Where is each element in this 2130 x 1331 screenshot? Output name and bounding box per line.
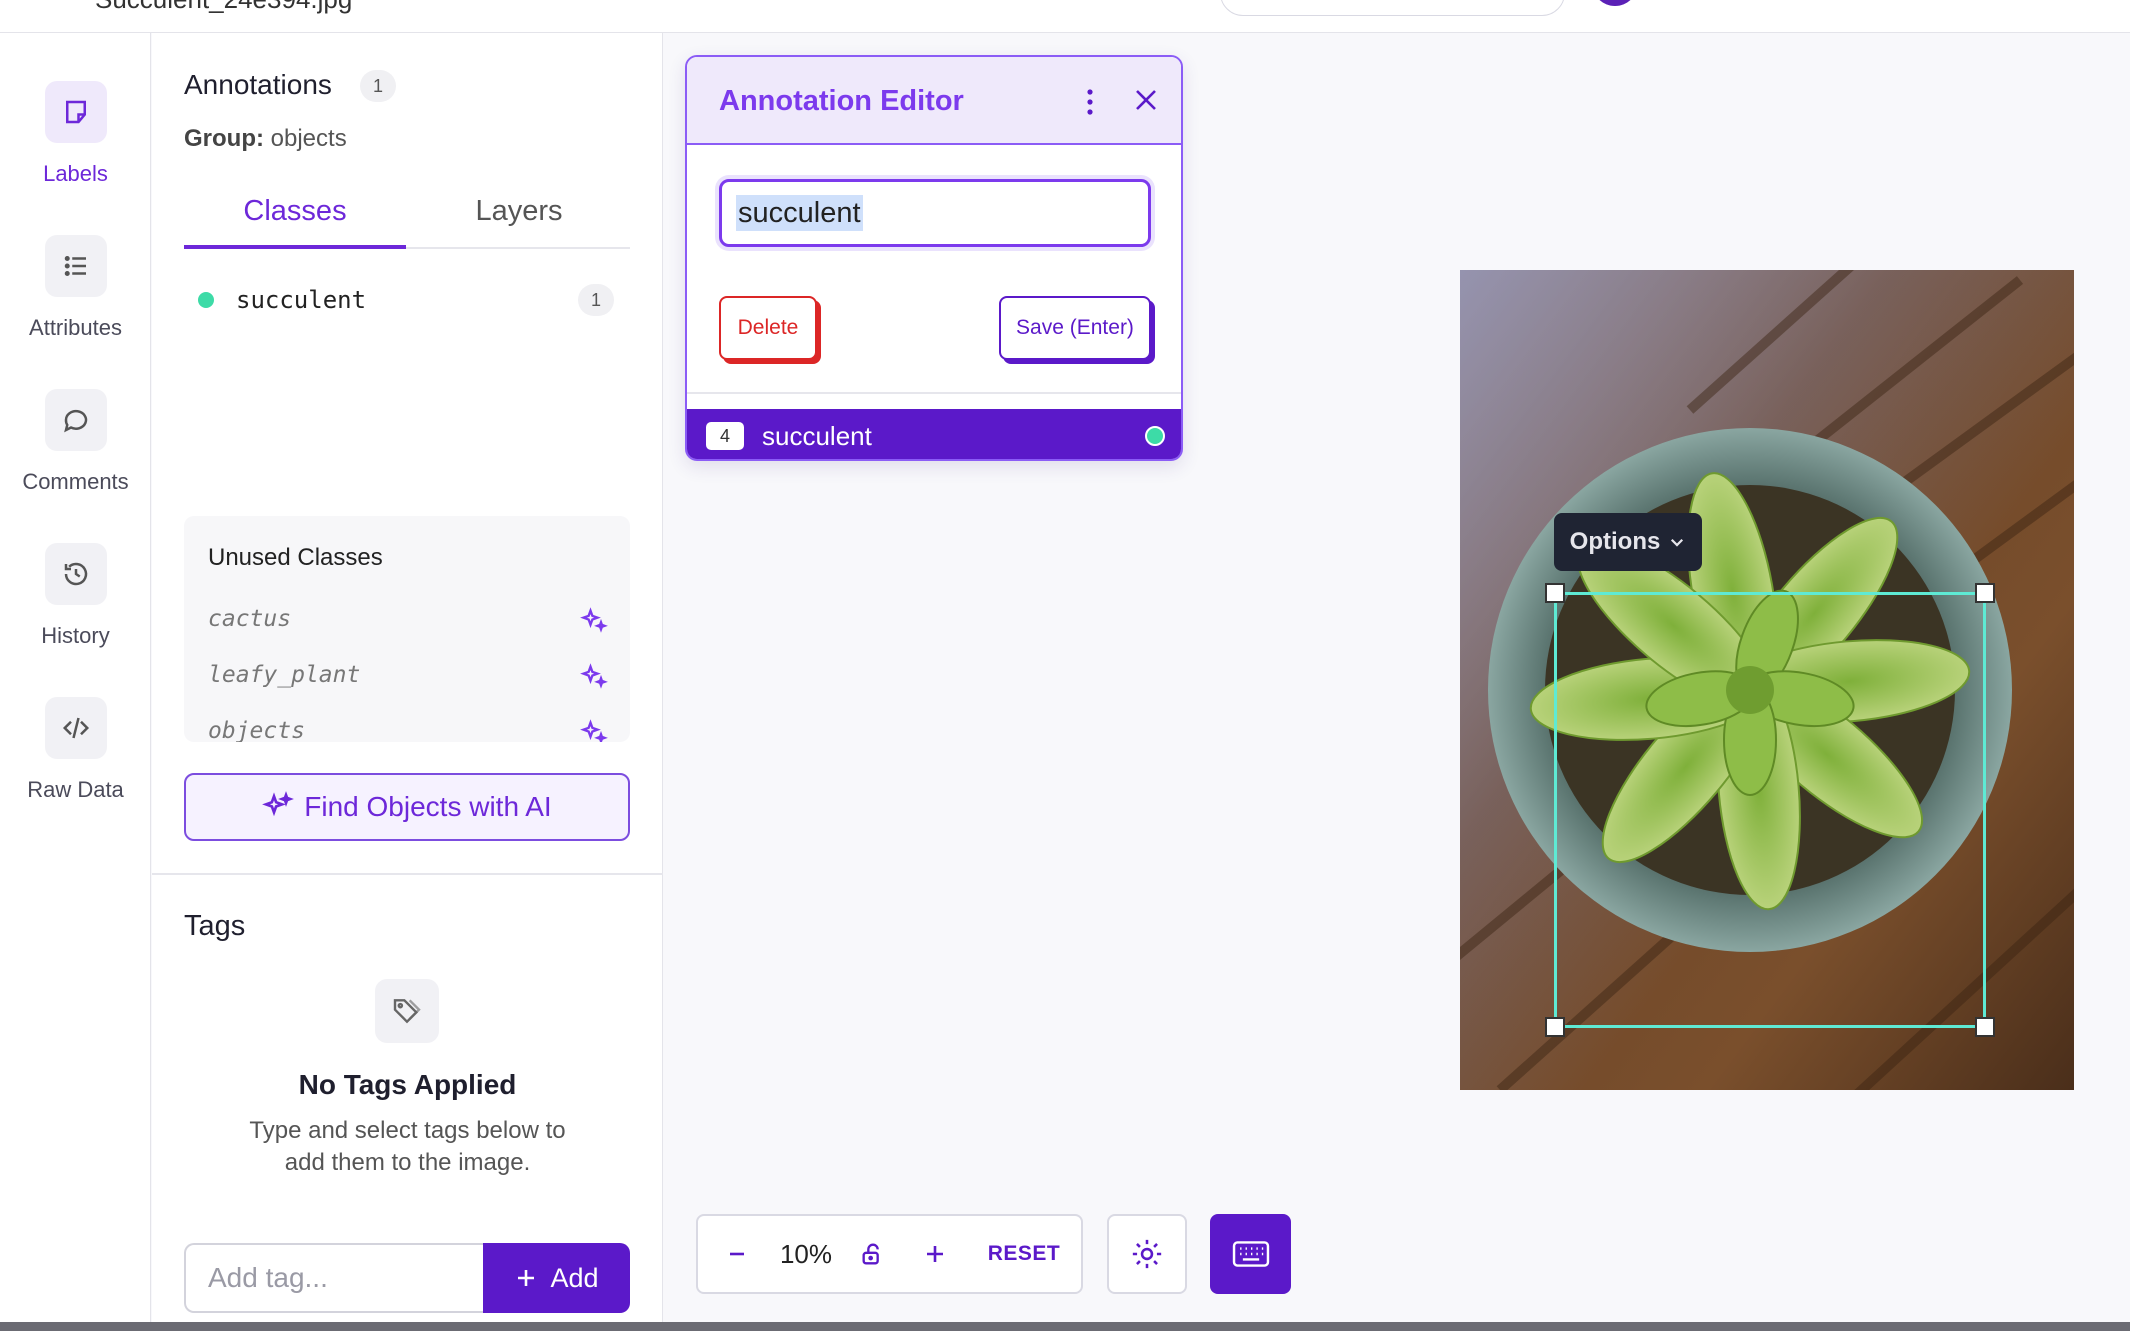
class-color-dot <box>1145 426 1165 446</box>
editor-header: Annotation Editor <box>687 57 1181 145</box>
sparkle-icon[interactable] <box>580 662 608 695</box>
add-tag-input[interactable] <box>184 1243 484 1313</box>
chevron-down-icon <box>1671 538 1684 547</box>
tab-classes[interactable]: Classes <box>184 183 406 249</box>
top-bar: Succulent_24e394.jpg <box>0 0 2130 33</box>
annotation-count-badge: 1 <box>360 70 396 102</box>
unused-class-item[interactable]: cactus <box>208 596 608 642</box>
resize-handle-top-right[interactable] <box>1975 583 1995 603</box>
save-button[interactable]: Save (Enter) <box>999 296 1151 360</box>
history-icon <box>44 543 107 605</box>
divider <box>152 873 663 875</box>
unlock-icon <box>862 1243 879 1265</box>
empty-tags-title: No Tags Applied <box>298 1069 517 1100</box>
options-dropdown[interactable]: Options <box>1554 513 1702 571</box>
resize-handle-top-left[interactable] <box>1545 583 1565 603</box>
unused-class-name: cactus <box>208 606 292 632</box>
list-icon <box>44 235 107 297</box>
zoom-out-button[interactable] <box>706 1216 768 1292</box>
rail-label: Comments <box>22 469 129 494</box>
resize-handle-bottom-right[interactable] <box>1975 1017 1995 1037</box>
class-suggestion-row[interactable]: 4 succulent <box>687 409 1181 459</box>
close-icon[interactable] <box>1131 85 1161 115</box>
keyboard-icon <box>1232 1241 1269 1267</box>
bounding-box[interactable] <box>1545 583 1995 1037</box>
lock-toggle[interactable] <box>846 1216 900 1292</box>
label-input[interactable]: succulent <box>719 179 1151 247</box>
rail-item-attributes[interactable]: Attributes <box>0 235 151 355</box>
divider <box>687 392 1181 394</box>
sparkle-icon <box>262 791 295 817</box>
unused-class-name: leafy_plant <box>208 662 361 688</box>
panel-title: Annotations <box>184 69 332 100</box>
empty-tags-description: Type and select tags below to add them t… <box>249 1117 566 1176</box>
resize-handle-bottom-left[interactable] <box>1545 1017 1565 1037</box>
plus-icon <box>927 1246 943 1262</box>
class-color-dot <box>198 292 214 308</box>
tag-icon <box>375 979 439 1043</box>
keyboard-shortcuts-button[interactable] <box>1210 1214 1291 1294</box>
search-input[interactable] <box>1220 0 1565 16</box>
tab-layers[interactable]: Layers <box>408 183 630 249</box>
class-count-badge: 1 <box>578 284 614 316</box>
code-icon <box>44 697 107 759</box>
panel-tabs: Classes Layers <box>184 183 630 249</box>
unused-class-name: objects <box>208 718 305 742</box>
tags-title: Tags <box>184 910 246 942</box>
class-name: succulent <box>236 286 367 314</box>
unused-class-item[interactable]: objects <box>208 708 608 742</box>
more-options-icon[interactable] <box>1079 87 1101 117</box>
rail-label: Attributes <box>29 315 122 340</box>
sun-icon <box>1132 1239 1162 1269</box>
rail-item-history[interactable]: History <box>0 543 151 663</box>
annotation-editor: Annotation Editor succulent Delete Save … <box>685 55 1183 461</box>
rail-item-comments[interactable]: Comments <box>0 389 151 509</box>
rail-label: Raw Data <box>27 777 124 802</box>
rail-item-raw-data[interactable]: Raw Data <box>0 697 151 817</box>
rail-item-labels[interactable]: Labels <box>0 81 151 201</box>
rail-label: Labels <box>43 161 108 186</box>
group-label: Group: <box>184 125 264 152</box>
delete-button[interactable]: Delete <box>719 296 817 360</box>
annotations-panel: Annotations 1 Group: objects Classes Lay… <box>152 33 663 1331</box>
zoom-in-button[interactable] <box>908 1216 962 1292</box>
group-value: objects <box>270 125 347 152</box>
window-bottom-edge <box>0 1322 2130 1331</box>
minus-icon <box>730 1252 744 1256</box>
group-line: Group: objects <box>184 125 347 153</box>
sparkle-icon[interactable] <box>580 718 608 742</box>
ai-button-label: Find Objects with AI <box>304 791 552 822</box>
unused-class-item[interactable]: leafy_plant <box>208 652 608 698</box>
sticky-note-icon <box>44 81 107 143</box>
class-row[interactable]: succulent 1 <box>184 276 630 324</box>
unused-classes-title: Unused Classes <box>208 544 383 571</box>
avatar[interactable] <box>1592 0 1638 6</box>
left-rail: Labels Attributes Comments History Raw D… <box>0 33 151 1331</box>
chat-bubble-icon <box>44 389 107 451</box>
sparkle-icon[interactable] <box>580 606 608 639</box>
zoom-toolbar: 10% RESET <box>696 1214 1083 1294</box>
add-tag-button[interactable]: Add <box>483 1243 630 1313</box>
label-input-value: succulent <box>736 195 863 231</box>
add-button-label: Add <box>550 1262 599 1293</box>
unused-classes-box: Unused Classes cactus leafy_plant object… <box>184 516 630 742</box>
reset-zoom-button[interactable]: RESET <box>974 1216 1074 1292</box>
plus-icon <box>518 1270 535 1286</box>
shortcut-key-badge: 4 <box>706 422 744 450</box>
zoom-level: 10% <box>779 1239 833 1269</box>
find-objects-ai-button[interactable]: Find Objects with AI <box>184 773 630 841</box>
brightness-button[interactable] <box>1107 1214 1187 1294</box>
options-label: Options <box>1569 528 1661 555</box>
suggestion-label: succulent <box>762 420 872 451</box>
editor-title: Annotation Editor <box>719 85 964 117</box>
file-name: Succulent_24e394.jpg <box>95 0 352 15</box>
rail-label: History <box>41 623 110 648</box>
